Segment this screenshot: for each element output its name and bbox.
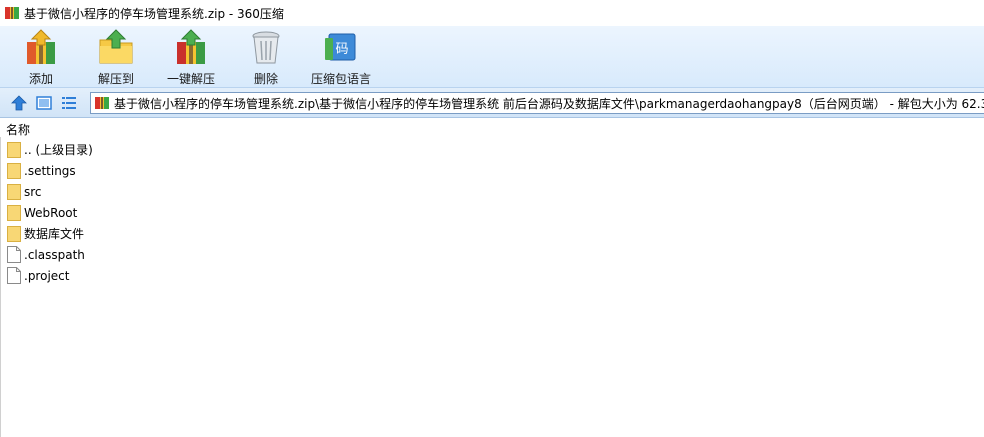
file-name: .settings (24, 163, 76, 178)
folder-icon (7, 142, 21, 158)
delete-icon (252, 31, 280, 64)
extract-to-icon (99, 29, 133, 64)
up-arrow-icon[interactable] (10, 94, 28, 112)
file-name: .. (上级目录) (24, 143, 93, 157)
file-name: 数据库文件 (24, 227, 85, 241)
list-item[interactable]: .classpath (0, 244, 85, 265)
add-button-label: 添加 (28, 72, 53, 86)
current-path: 基于微信小程序的停车场管理系统.zip\基于微信小程序的停车场管理系统 前后台源… (114, 96, 984, 111)
folder-icon (7, 163, 21, 179)
add-button[interactable]: 添加 (10, 28, 72, 86)
svg-text:码: 码 (335, 42, 348, 57)
extract-to-button-label: 解压到 (97, 72, 134, 86)
list-item[interactable]: WebRoot (0, 202, 77, 223)
folder-icon (7, 205, 21, 221)
one-click-extract-button[interactable]: 一键解压 (160, 28, 222, 86)
thumbnail-view-icon[interactable] (35, 94, 53, 112)
one-click-extract-button-label: 一键解压 (166, 72, 215, 86)
archive-app-icon (5, 7, 19, 19)
delete-button-label: 删除 (253, 72, 278, 86)
file-icon (7, 267, 21, 284)
extract-to-button[interactable]: 解压到 (85, 28, 147, 86)
archive-language-button-label: 压缩包语言 (310, 72, 371, 86)
zip-file-icon (95, 97, 109, 109)
path-field[interactable]: 基于微信小程序的停车场管理系统.zip\基于微信小程序的停车场管理系统 前后台源… (90, 92, 984, 114)
name-column-header[interactable]: 名称 (6, 121, 30, 138)
delete-button[interactable]: 删除 (235, 28, 297, 86)
title-bar: 基于微信小程序的停车场管理系统.zip - 360压缩 (0, 0, 984, 26)
address-bar: 基于微信小程序的停车场管理系统.zip\基于微信小程序的停车场管理系统 前后台源… (0, 88, 984, 118)
folder-icon (7, 226, 21, 242)
list-item[interactable]: .. (上级目录) (0, 139, 93, 160)
list-view-icon[interactable] (60, 94, 78, 112)
list-item[interactable]: src (0, 181, 42, 202)
list-item[interactable]: .project (0, 265, 69, 286)
folder-icon (7, 184, 21, 200)
archive-language-button[interactable]: 码 压缩包语言 (310, 28, 372, 86)
main-toolbar: 添加 解压到 一键解压 删除 码 压缩包语言 (0, 26, 984, 88)
add-archive-icon (27, 29, 55, 64)
file-name: WebRoot (24, 205, 78, 220)
list-item[interactable]: .settings (0, 160, 76, 181)
file-icon (7, 246, 21, 263)
list-item[interactable]: 数据库文件 (0, 223, 84, 244)
window-title: 基于微信小程序的停车场管理系统.zip - 360压缩 (24, 6, 284, 21)
file-name: .classpath (24, 247, 85, 262)
list-header: 名称 (0, 119, 984, 137)
file-name: .project (24, 268, 70, 283)
archive-language-icon: 码 (325, 33, 356, 61)
file-name: src (24, 184, 42, 199)
one-click-extract-icon (177, 29, 205, 64)
